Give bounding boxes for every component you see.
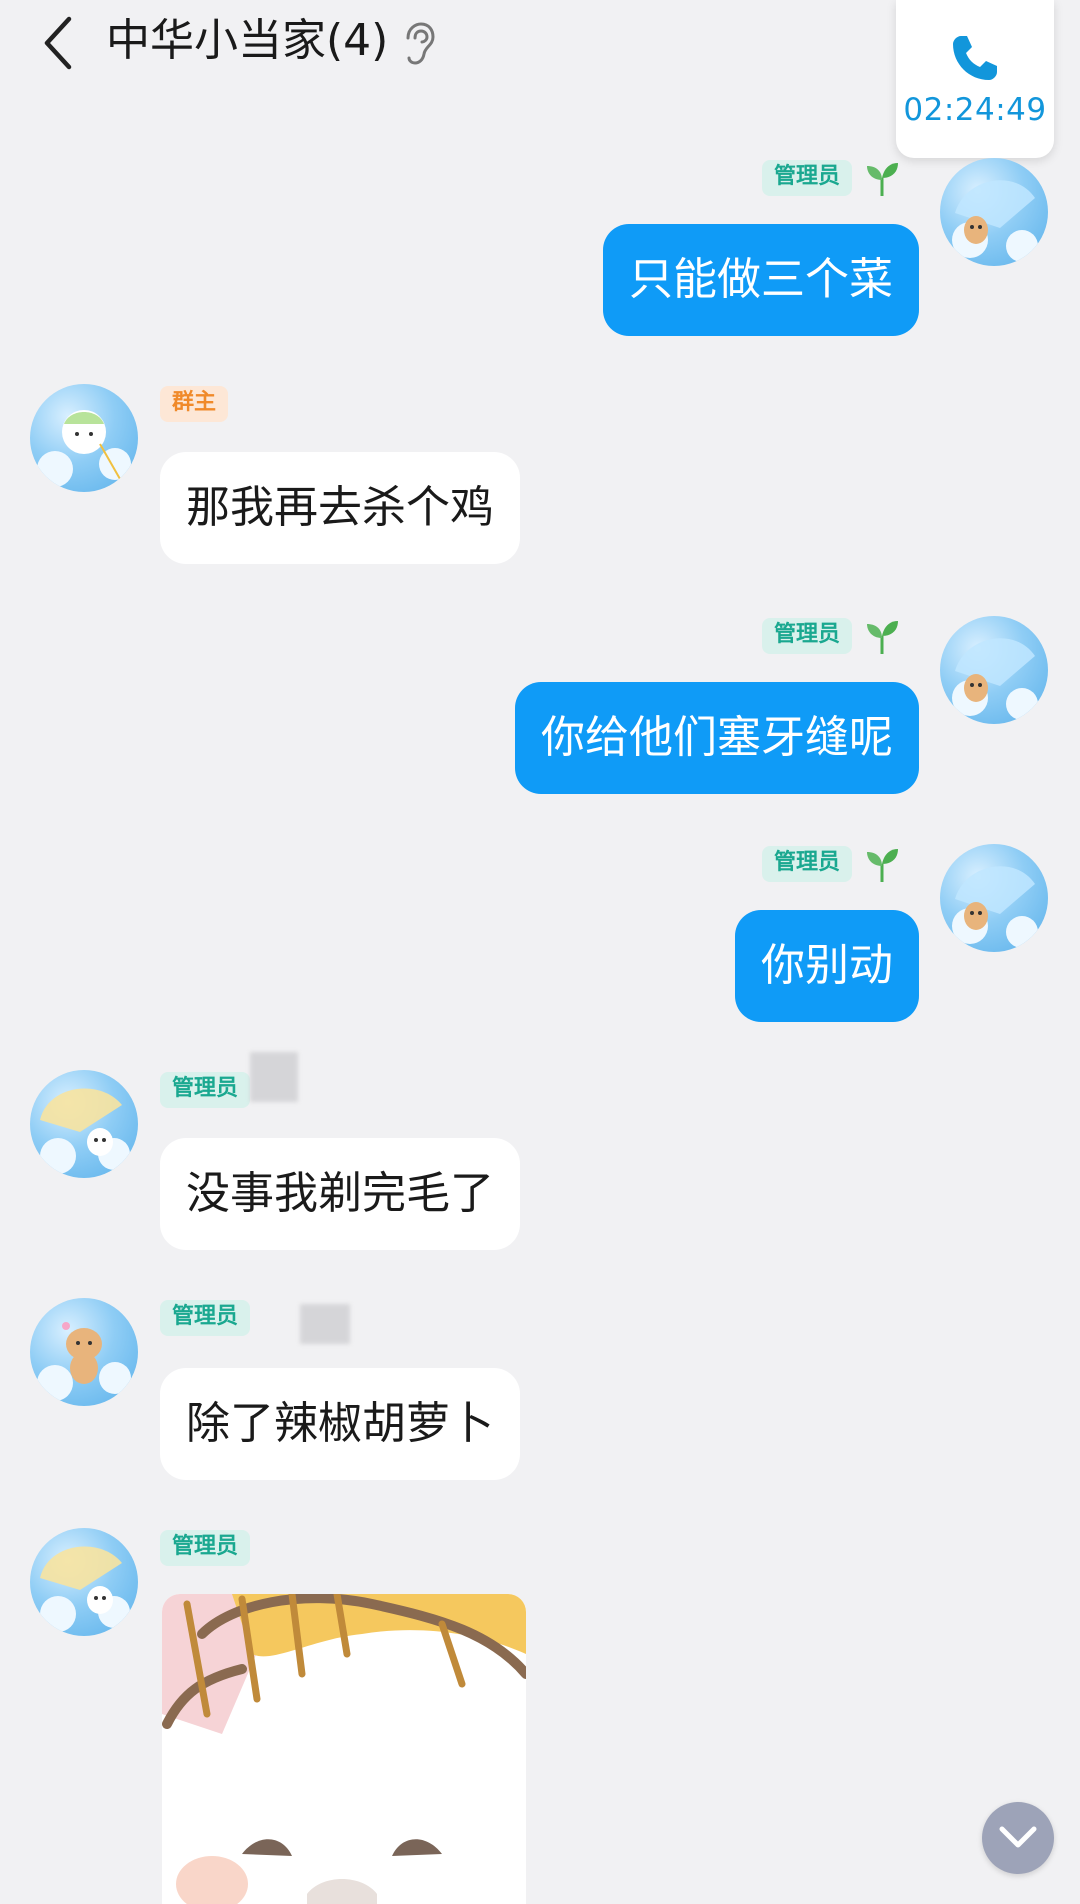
avatar[interactable] bbox=[30, 1070, 138, 1178]
avatar[interactable] bbox=[940, 616, 1048, 724]
chevron-left-icon bbox=[44, 16, 72, 70]
message-meta: 管理员 bbox=[761, 616, 902, 656]
admin-badge: 管理员 bbox=[160, 1530, 251, 1566]
avatar[interactable] bbox=[940, 158, 1048, 266]
admin-badge: 管理员 bbox=[761, 160, 852, 196]
avatar[interactable] bbox=[940, 844, 1048, 952]
admin-badge: 管理员 bbox=[160, 1300, 251, 1336]
call-timer: 02:24:49 bbox=[903, 92, 1047, 128]
message-meta: 管理员 bbox=[761, 158, 902, 198]
avatar[interactable] bbox=[30, 1528, 138, 1636]
scroll-to-bottom-button[interactable] bbox=[982, 1802, 1054, 1874]
ear-icon[interactable] bbox=[400, 20, 436, 66]
message-meta: 管理员 bbox=[761, 844, 902, 884]
message-bubble[interactable]: 那我再去杀个鸡 bbox=[160, 452, 520, 564]
message-bubble[interactable]: 没事我剃完毛了 bbox=[160, 1138, 520, 1250]
chat-screen: 中华小当家(4) 02:24:49 管理员 只能做三个菜 群主 那我再去杀个鸡 … bbox=[0, 0, 1080, 1904]
message-meta: 管理员 bbox=[160, 1072, 251, 1108]
avatar[interactable] bbox=[30, 1298, 138, 1406]
message-bubble[interactable]: 只能做三个菜 bbox=[603, 224, 919, 336]
call-widget[interactable]: 02:24:49 bbox=[896, 0, 1054, 158]
admin-badge: 管理员 bbox=[761, 846, 852, 882]
phone-icon bbox=[953, 36, 997, 80]
admin-badge: 管理员 bbox=[160, 1072, 251, 1108]
sprout-icon bbox=[867, 849, 898, 882]
message-bubble[interactable]: 除了辣椒胡萝卜 bbox=[160, 1368, 520, 1480]
redacted-nickname bbox=[300, 1304, 350, 1344]
owner-badge: 群主 bbox=[160, 386, 229, 422]
admin-badge: 管理员 bbox=[761, 618, 852, 654]
chevron-down-icon bbox=[999, 1826, 1037, 1848]
back-button[interactable] bbox=[30, 8, 86, 78]
message-bubble[interactable]: 你别动 bbox=[735, 910, 919, 1022]
sprout-icon bbox=[867, 163, 898, 196]
avatar[interactable] bbox=[30, 384, 138, 492]
message-meta: 群主 bbox=[160, 386, 229, 422]
chat-header: 中华小当家(4) 02:24:49 bbox=[0, 0, 1080, 158]
message-meta: 管理员 bbox=[160, 1530, 251, 1566]
message-bubble[interactable]: 你给他们塞牙缝呢 bbox=[515, 682, 919, 794]
sprout-icon bbox=[867, 621, 898, 654]
redacted-nickname bbox=[250, 1052, 298, 1102]
message-meta: 管理员 bbox=[160, 1300, 251, 1336]
chat-title[interactable]: 中华小当家(4) bbox=[106, 10, 388, 72]
sticker-image[interactable] bbox=[162, 1594, 526, 1904]
